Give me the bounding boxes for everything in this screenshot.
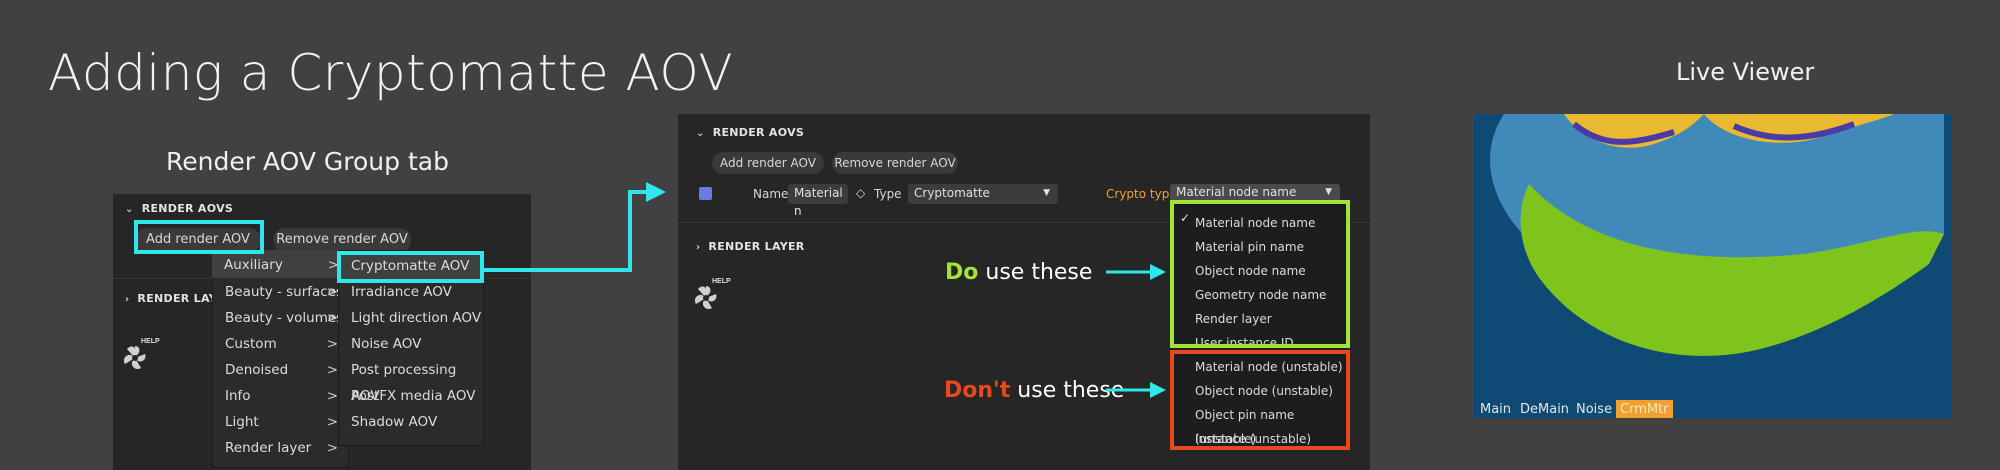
dont-word: Don't xyxy=(944,378,1011,403)
menu-item-info[interactable]: Info > xyxy=(213,383,348,409)
type-select-value: Cryptomatte xyxy=(914,186,990,200)
slide-title: Adding a Cryptomatte AOV xyxy=(48,44,734,102)
name-input[interactable]: Material n xyxy=(788,184,848,218)
help-label: HELP xyxy=(141,338,160,345)
recommended-options-highlight xyxy=(1170,200,1350,348)
add-aov-category-menu: Auxiliary> Beauty - surfaces> Beauty - v… xyxy=(212,250,349,468)
section-label: RENDER LAYER xyxy=(708,240,805,253)
menu-item-label: Light xyxy=(225,414,259,430)
remove-render-aov-button[interactable]: Remove render AOV xyxy=(832,152,958,174)
name-label: Name xyxy=(753,187,789,201)
chevron-right-icon: › xyxy=(125,294,130,305)
menu-item-label: Beauty - surfaces xyxy=(225,284,344,300)
crypto-type-value: Material node name xyxy=(1176,185,1297,199)
viewer-tab-noise[interactable]: Noise xyxy=(1576,400,1612,418)
type-label: Type xyxy=(874,187,902,201)
section-label: RENDER AOVS xyxy=(141,202,234,215)
render-aovs-section-header[interactable]: ⌄ RENDER AOVS xyxy=(696,126,804,139)
menu-item-label: Auxiliary xyxy=(224,257,283,273)
chevron-right-icon: › xyxy=(696,242,701,253)
type-select[interactable]: Cryptomatte ▼ xyxy=(908,184,1058,204)
viewer-tab-demain[interactable]: DeMain xyxy=(1520,400,1569,418)
chevron-right-icon: > xyxy=(326,440,338,456)
dropdown-arrow-icon: ▼ xyxy=(1325,187,1332,197)
menu-item-light[interactable]: Light > xyxy=(213,409,348,435)
connector-arrow xyxy=(484,182,666,272)
chevron-down-icon: ⌄ xyxy=(125,204,134,215)
add-render-aov-button[interactable]: Add render AOV xyxy=(712,152,824,174)
menu-item-custom[interactable]: Custom > xyxy=(213,331,348,357)
chevron-right-icon: > xyxy=(326,362,338,378)
link-icon[interactable]: ◇ xyxy=(856,186,865,200)
menu-item-render-layer[interactable]: Render layer > xyxy=(213,435,348,461)
menu-item-auxiliary-active[interactable]: Auxiliary > xyxy=(212,252,349,278)
aov-enabled-checkbox[interactable] xyxy=(699,187,712,200)
chevron-right-icon: > xyxy=(326,310,338,326)
viewer-tab-main[interactable]: Main xyxy=(1480,400,1511,418)
help-logo[interactable]: HELP xyxy=(121,338,161,374)
menu-item-label: Info xyxy=(225,388,251,404)
left-subtitle: Render AOV Group tab xyxy=(166,147,449,176)
render-layer-section-header[interactable]: › RENDER LAYER xyxy=(696,240,805,253)
dont-annotation: Don't use these xyxy=(944,378,1124,403)
submenu-item-shadow-aov[interactable]: Shadow AOV xyxy=(339,409,483,435)
remove-render-aov-button[interactable]: Remove render AOV xyxy=(273,228,411,252)
menu-item-label: Beauty - volumes xyxy=(225,310,344,326)
submenu-item-noise-aov[interactable]: Noise AOV xyxy=(339,331,483,357)
chevron-right-icon: > xyxy=(326,336,338,352)
do-annotation: Do use these xyxy=(945,260,1092,285)
cryptomatte-highlight xyxy=(337,251,484,283)
menu-item-beauty-volumes[interactable]: Beauty - volumes > xyxy=(213,305,348,331)
do-word: Do xyxy=(945,260,979,285)
help-label: HELP xyxy=(712,278,731,285)
viewer-tab-cryptomatte[interactable]: CrmMtr xyxy=(1616,400,1673,418)
submenu-item-postfx-media-aov[interactable]: PostFX media AOV xyxy=(339,383,483,409)
live-viewer-render[interactable]: Main DeMain Noise CrmMtr xyxy=(1474,114,1952,418)
submenu-item-post-processing-aov[interactable]: Post processing AOV xyxy=(339,357,483,404)
menu-item-label: Denoised xyxy=(225,362,289,378)
render-aovs-section-header[interactable]: ⌄ RENDER AOVS xyxy=(125,202,233,215)
do-rest: use these xyxy=(978,260,1093,285)
menu-item-denoised[interactable]: Denoised > xyxy=(213,357,348,383)
unstable-options-highlight xyxy=(1170,350,1350,450)
dont-arrow xyxy=(1106,382,1166,398)
crypto-type-label: Crypto type xyxy=(1106,187,1177,201)
menu-item-beauty-surfaces[interactable]: Beauty - surfaces > xyxy=(213,279,348,305)
chevron-right-icon: > xyxy=(326,414,338,430)
menu-item-label: Render layer xyxy=(225,440,312,456)
cryptomatte-render-image xyxy=(1474,114,1952,418)
chevron-down-icon: ⌄ xyxy=(696,128,705,139)
add-button-highlight xyxy=(134,220,264,254)
do-arrow xyxy=(1106,264,1166,280)
submenu-item-light-direction-aov[interactable]: Light direction AOV xyxy=(339,305,483,331)
chevron-right-icon: > xyxy=(326,388,338,404)
live-viewer-title: Live Viewer xyxy=(1676,58,1815,86)
menu-item-label: Custom xyxy=(225,336,277,352)
dropdown-arrow-icon: ▼ xyxy=(1043,188,1050,198)
section-label: RENDER AOVS xyxy=(712,126,805,139)
help-logo[interactable]: HELP xyxy=(692,278,732,314)
